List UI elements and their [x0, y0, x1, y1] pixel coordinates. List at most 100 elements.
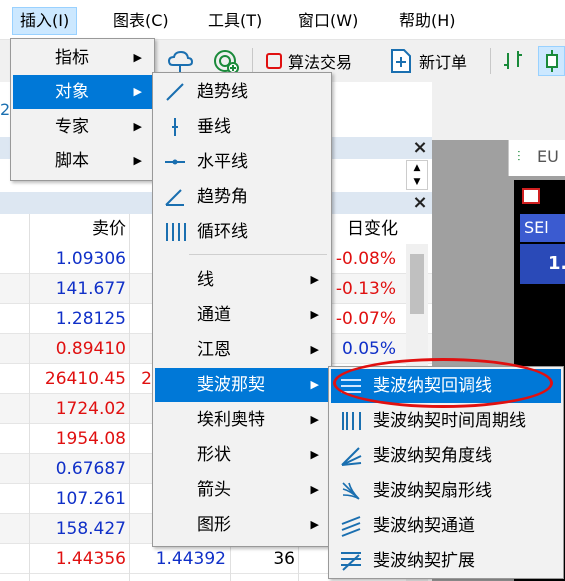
spread-cell: 36: [273, 549, 295, 569]
bid-cell: 141.677: [55, 279, 126, 299]
scrollbar-thumb[interactable]: [410, 254, 424, 314]
scroll-up-icon[interactable]: ▲: [407, 161, 427, 175]
new-order-label: 新订单: [419, 53, 468, 72]
bid-cell: 1.44356: [55, 549, 126, 569]
submenu-arrow-icon: ▶: [133, 85, 142, 98]
chart-tab[interactable]: ⫶ EU: [508, 140, 565, 176]
menu-item-fibo-expansion[interactable]: 斐波纳契扩展: [331, 544, 561, 578]
menu-item-cycle-lines[interactable]: 循环线: [155, 215, 329, 249]
close-icon[interactable]: ×: [410, 138, 430, 158]
bid-cell: 0.67687: [55, 459, 126, 479]
submenu-arrow-icon: ▶: [310, 413, 319, 426]
menu-help[interactable]: 帮助(H): [392, 7, 463, 35]
menu-item-label: 脚本: [55, 151, 89, 171]
menu-window[interactable]: 窗口(W): [291, 7, 365, 35]
menu-item-arrows[interactable]: 箭头 ▶: [155, 473, 329, 507]
menu-item-elliott[interactable]: 埃利奥特 ▶: [155, 403, 329, 437]
menu-item-label: 专家: [55, 117, 89, 137]
bid-cell: 1.28125: [55, 309, 126, 329]
menu-item-scripts[interactable]: 脚本 ▶: [13, 144, 152, 178]
new-order-button[interactable]: 新订单: [389, 46, 467, 76]
menu-item-label: 垂线: [197, 117, 231, 137]
fibo-time-zones-icon: [342, 412, 361, 430]
menu-item-label: 斐波纳契通道: [373, 516, 475, 536]
menu-separator: [189, 254, 327, 255]
market-watch-close-icon[interactable]: ×: [410, 193, 430, 213]
menu-item-label: 斐波纳契扩展: [373, 551, 475, 571]
cycle-lines-icon: [166, 223, 186, 241]
candlestick-button[interactable]: [538, 46, 565, 76]
menu-item-label: 斐波纳契扇形线: [373, 481, 492, 501]
bid-cell: 1.09306: [55, 249, 126, 269]
menu-item-fibo-channel[interactable]: 斐波纳契通道: [331, 509, 561, 543]
bid-cell: 107.261: [55, 489, 126, 509]
order-icon[interactable]: [522, 188, 540, 204]
menu-item-label: 斐波纳契时间周期线: [373, 411, 526, 431]
menu-item-trendline[interactable]: 趋势线: [155, 75, 329, 109]
menu-item-fibonacci[interactable]: 斐波那契 ▶: [155, 368, 329, 402]
new-order-icon: [391, 49, 411, 73]
ask-cell: 1.44392: [155, 549, 226, 569]
radar-icon: [214, 50, 239, 74]
highlight-annotation: [333, 358, 553, 408]
menu-item-experts[interactable]: 专家 ▶: [13, 110, 152, 144]
submenu-arrow-icon: ▶: [310, 343, 319, 356]
menu-item-gann[interactable]: 江恩 ▶: [155, 333, 329, 367]
submenu-arrow-icon: ▶: [310, 483, 319, 496]
menu-item-lines[interactable]: 线 ▶: [155, 263, 329, 297]
submenu-arrow-icon: ▶: [133, 154, 142, 167]
bid-cell: 0.89410: [55, 339, 126, 359]
ask-cell: 2: [141, 369, 152, 389]
sell-price: 1.: [520, 244, 565, 284]
bid-cell: 1724.02: [55, 399, 126, 419]
menu-item-fibo-time-zones[interactable]: 斐波纳契时间周期线: [331, 404, 561, 438]
submenu-arrow-icon: ▶: [133, 51, 142, 64]
vertical-line-icon: [172, 118, 178, 136]
menu-item-label: 箭头: [197, 480, 231, 500]
bid-cell: 26410.45: [44, 369, 126, 389]
menu-item-label: 循环线: [197, 222, 248, 242]
menu-item-label: 埃利奥特: [197, 410, 265, 430]
algo-trading-label: 算法交易: [288, 53, 353, 72]
menu-item-label: 对象: [55, 82, 89, 102]
menu-item-objects[interactable]: 对象 ▶: [13, 75, 152, 109]
menu-charts[interactable]: 图表(C): [106, 7, 176, 35]
submenu-arrow-icon: ▶: [310, 518, 319, 531]
menu-bar: 插入(I) 图表(C) 工具(T) 窗口(W) 帮助(H): [0, 0, 565, 40]
menu-item-label: 通道: [197, 305, 231, 325]
fibo-expansion-icon: [341, 552, 361, 571]
menu-item-label: 趋势线: [197, 82, 248, 102]
bar-chart-icon: [504, 51, 522, 69]
menu-item-indicators[interactable]: 指标 ▶: [13, 41, 152, 75]
submenu-arrow-icon: ▶: [310, 273, 319, 286]
menu-item-label: 图形: [197, 515, 231, 535]
menu-item-label: 斐波纳契角度线: [373, 446, 492, 466]
menu-item-fibo-arcs[interactable]: 斐波纳契角度线: [331, 439, 561, 473]
horizontal-line-icon: [165, 159, 185, 165]
menu-tools[interactable]: 工具(T): [201, 7, 269, 35]
bar-chart-button[interactable]: [500, 46, 528, 76]
menu-item-label: 水平线: [197, 152, 248, 172]
scroll-arrows[interactable]: ▲ ▼: [406, 160, 428, 190]
menu-item-graphics[interactable]: 图形 ▶: [155, 508, 329, 542]
menu-item-vertical-line[interactable]: 垂线: [155, 110, 329, 144]
submenu-arrow-icon: ▶: [133, 120, 142, 133]
menu-item-trend-angle[interactable]: 趋势角: [155, 180, 329, 214]
sell-button[interactable]: SEl: [520, 214, 565, 242]
menu-item-horizontal-line[interactable]: 水平线: [155, 145, 329, 179]
menu-item-channels[interactable]: 通道 ▶: [155, 298, 329, 332]
submenu-arrow-icon: ▶: [310, 448, 319, 461]
menu-item-shapes[interactable]: 形状 ▶: [155, 438, 329, 472]
fibo-arcs-icon: [341, 447, 362, 466]
menu-item-label: 趋势角: [197, 187, 248, 207]
stop-icon: [266, 53, 282, 69]
menu-insert[interactable]: 插入(I): [12, 7, 78, 35]
column-header-bid[interactable]: 卖价: [30, 214, 126, 244]
scroll-down-icon[interactable]: ▼: [407, 175, 427, 189]
bid-cell: 1954.08: [55, 429, 126, 449]
menu-item-label: 线: [197, 270, 214, 290]
menu-item-fibo-fan[interactable]: 斐波纳契扇形线: [331, 474, 561, 508]
submenu-arrow-icon: ▶: [310, 308, 319, 321]
insert-menu: 指标 ▶ 对象 ▶ 专家 ▶ 脚本 ▶: [10, 38, 155, 181]
chart-tab-icon: ⫶: [517, 149, 521, 165]
